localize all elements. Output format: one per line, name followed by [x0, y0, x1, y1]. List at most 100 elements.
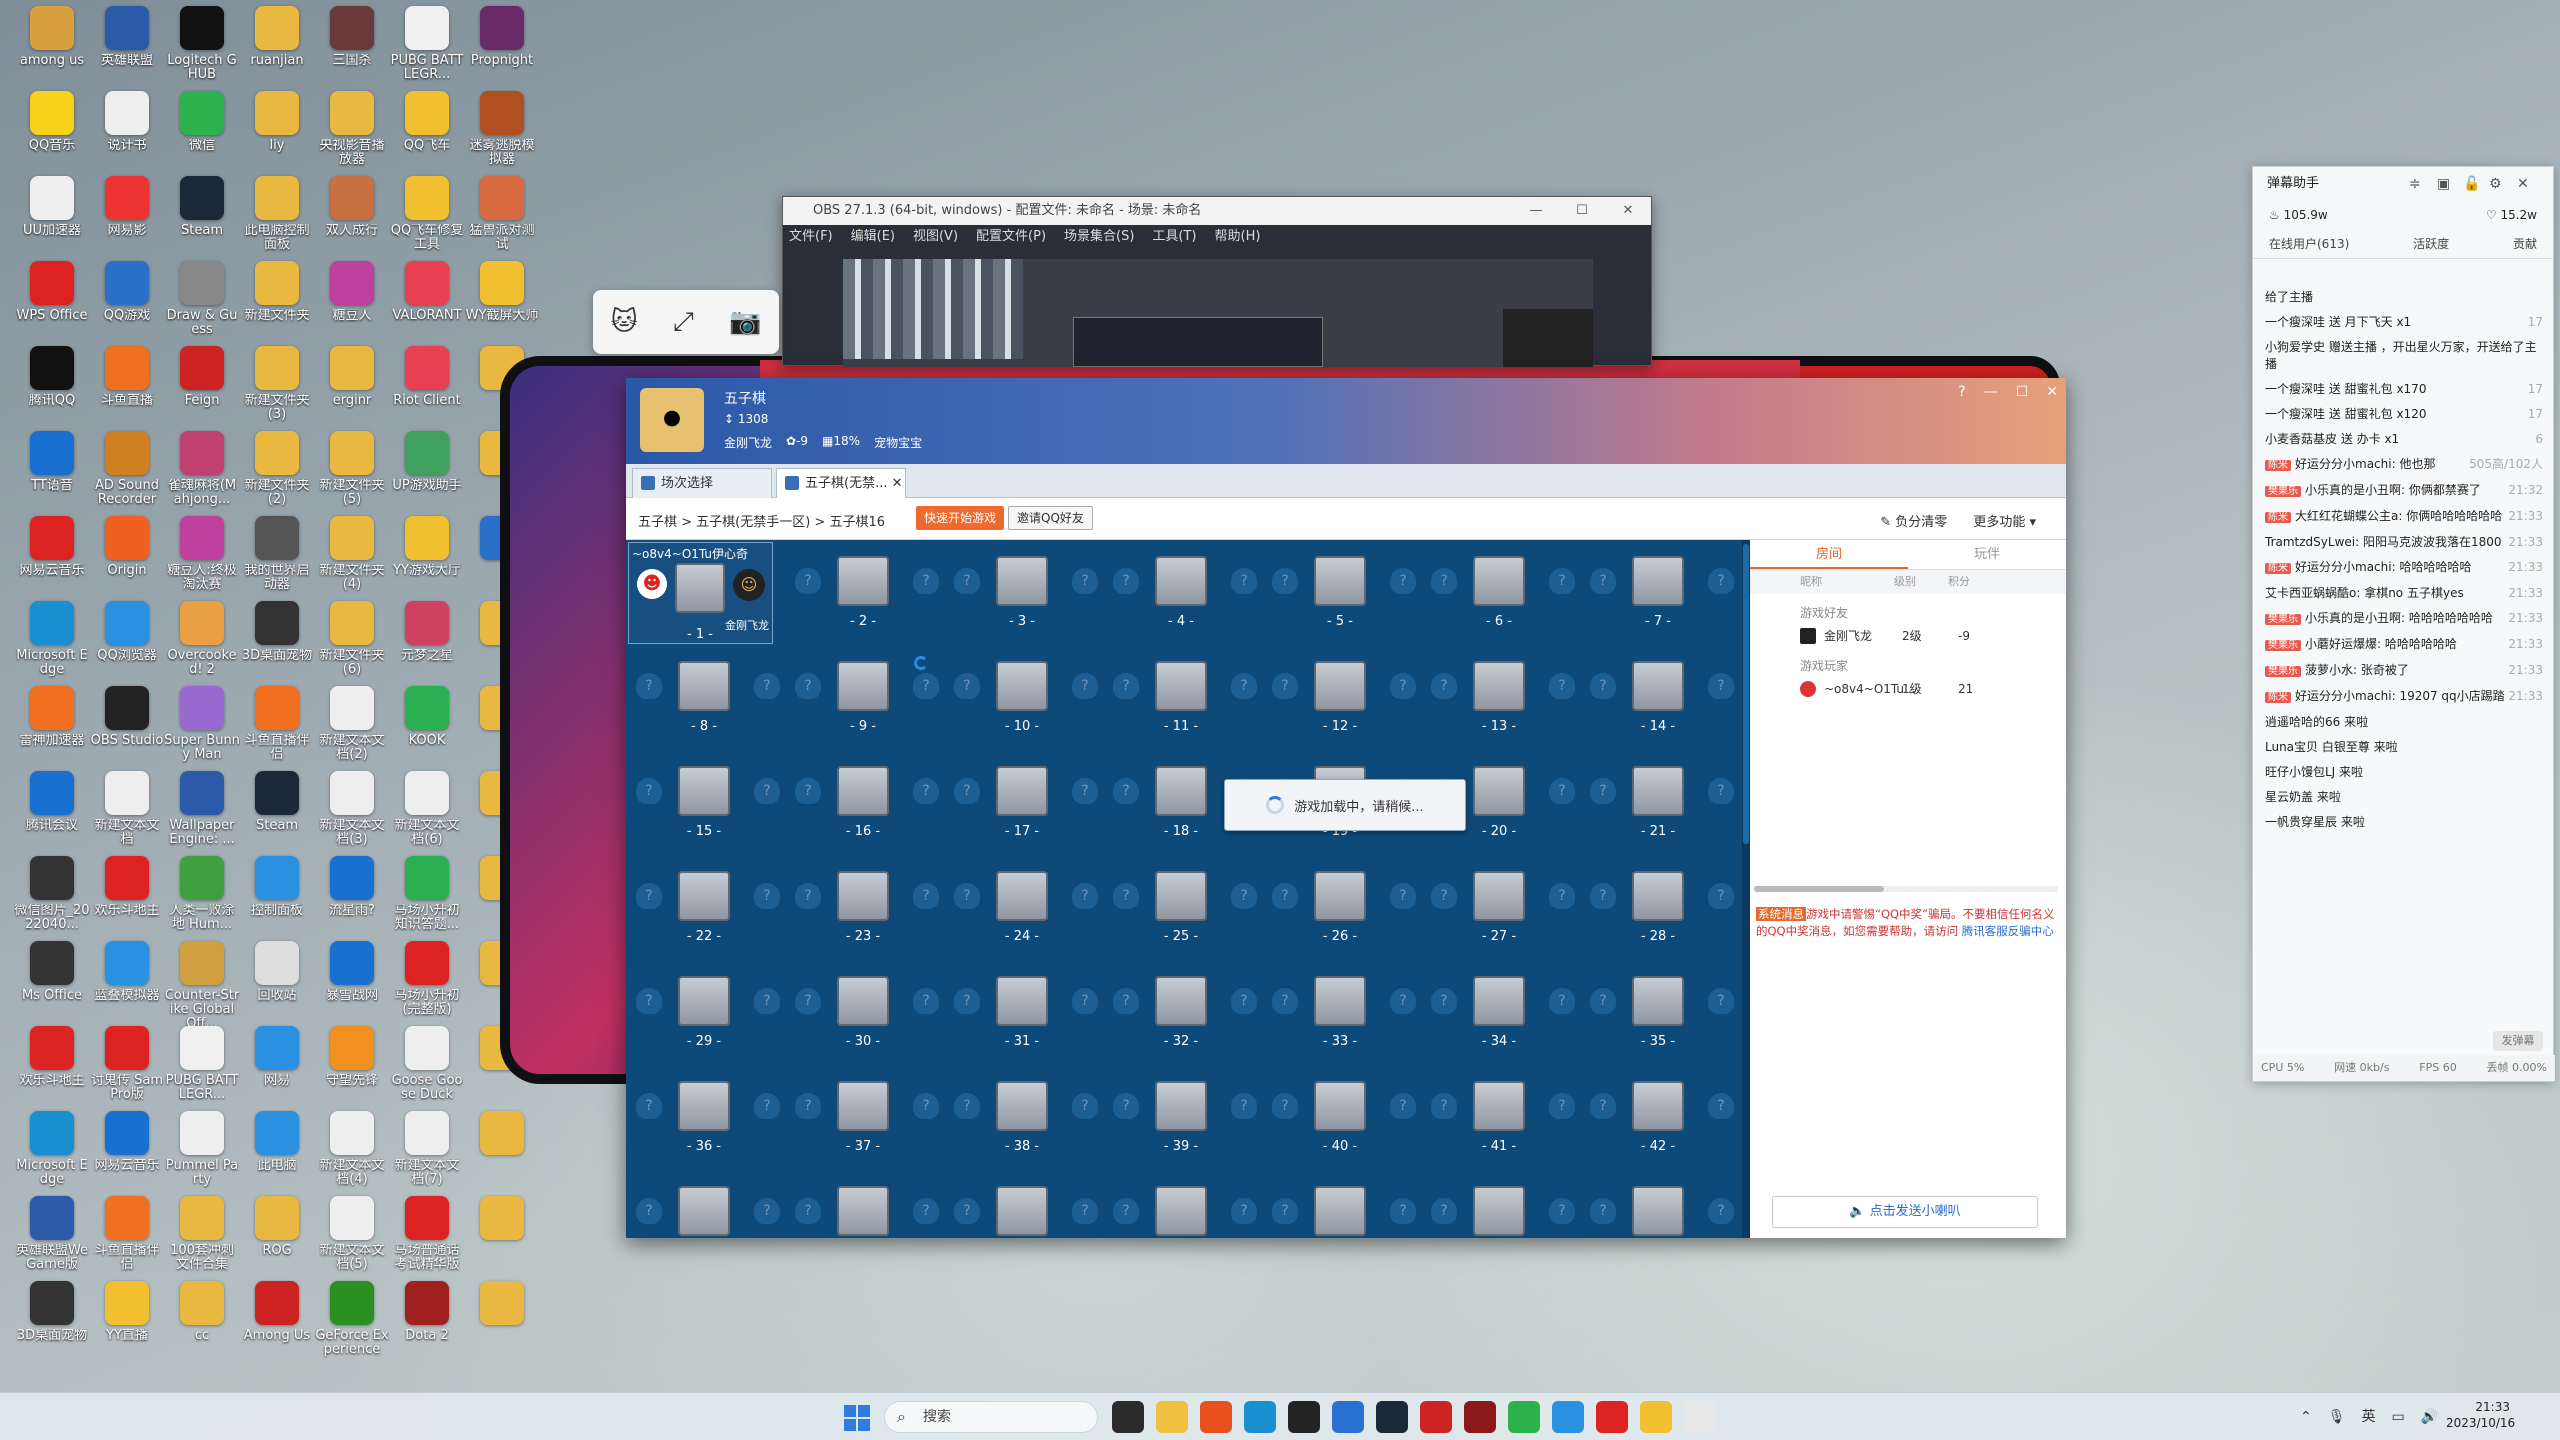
empty-seat-icon[interactable]: ? — [1272, 1093, 1298, 1119]
app-icon[interactable] — [1420, 1401, 1452, 1433]
tab-room-select[interactable]: 场次选择 — [632, 468, 772, 498]
game-board[interactable] — [837, 661, 889, 711]
desktop-icon[interactable]: 我的世界启动器 — [239, 510, 315, 606]
desktop-icon[interactable]: Microsoft Edge — [14, 1105, 90, 1201]
empty-seat-icon[interactable]: ? — [795, 673, 821, 699]
game-table[interactable]: ?? - 31 - — [946, 966, 1106, 1066]
close-tab-icon[interactable]: ✕ — [892, 476, 903, 491]
game-board[interactable] — [996, 871, 1048, 921]
desktop-icon[interactable]: Riot Client — [389, 340, 465, 436]
minimize-icon[interactable]: — — [1513, 197, 1559, 225]
empty-seat-icon[interactable]: ? — [754, 988, 780, 1014]
desktop-icon[interactable]: 微信图片_2022040... — [14, 850, 90, 946]
more-functions-button[interactable]: 更多功能 ▾ — [1973, 511, 2036, 530]
desktop-icon[interactable]: PUBG BATTLEGR... — [389, 0, 465, 96]
empty-seat-icon[interactable]: ? — [913, 778, 939, 804]
lobby-scrollbar[interactable] — [1742, 540, 1750, 1238]
game-board[interactable] — [996, 1081, 1048, 1131]
game-board[interactable] — [996, 976, 1048, 1026]
avatar[interactable]: ☻ — [637, 569, 667, 599]
desktop-icon[interactable]: KOOK — [389, 680, 465, 776]
empty-seat-icon[interactable]: ? — [795, 883, 821, 909]
desktop-icon[interactable] — [464, 1190, 540, 1286]
game-table[interactable]: ?? - 15 - — [628, 756, 788, 856]
game-table[interactable]: ?? - 29 - — [628, 966, 788, 1066]
app-icon[interactable] — [1640, 1401, 1672, 1433]
game-table[interactable]: ?? - 37 - — [787, 1071, 947, 1171]
close-icon[interactable]: ✕ — [1605, 197, 1651, 225]
desktop-icon[interactable]: Goose Goose Duck — [389, 1020, 465, 1116]
game-table[interactable]: ?? - 22 - — [628, 861, 788, 961]
empty-seat-icon[interactable]: ? — [1549, 673, 1575, 699]
desktop-icon[interactable]: 新建文本文档(5) — [314, 1190, 390, 1286]
empty-seat-icon[interactable]: ? — [1113, 1093, 1139, 1119]
game-table[interactable]: ?? - 26 - — [1264, 861, 1424, 961]
desktop-icon[interactable]: GeForce Experience — [314, 1275, 390, 1371]
anti-fraud-link[interactable]: 腾讯客服反骗中心 — [1962, 924, 2054, 938]
game-board[interactable] — [675, 563, 725, 613]
game-board[interactable] — [1632, 556, 1684, 606]
game-table[interactable]: ?? - 6 - — [1423, 546, 1583, 646]
desktop-icon[interactable]: 暴雪战网 — [314, 935, 390, 1031]
empty-seat-icon[interactable]: ? — [954, 883, 980, 909]
empty-seat-icon[interactable]: ? — [1390, 988, 1416, 1014]
empty-seat-icon[interactable]: ? — [913, 1198, 939, 1224]
empty-seat-icon[interactable]: ? — [754, 673, 780, 699]
desktop-icon[interactable]: 双人成行 — [314, 170, 390, 266]
desktop-icon[interactable]: 网易云音乐 — [89, 1105, 165, 1201]
empty-seat-icon[interactable]: ? — [1431, 883, 1457, 909]
obs-menu-profile[interactable]: 配置文件(P) — [976, 225, 1046, 249]
desktop-icon[interactable]: 斗鱼直播伴侣 — [89, 1190, 165, 1286]
desktop-icon[interactable]: 马场小升初(完整版) — [389, 935, 465, 1031]
desktop-icon[interactable] — [464, 1105, 540, 1201]
empty-seat-icon[interactable]: ? — [1272, 1198, 1298, 1224]
desktop-icon[interactable]: 新建文件夹 — [239, 255, 315, 351]
desktop-icon[interactable]: 英雄联盟 — [89, 0, 165, 96]
empty-seat-icon[interactable]: ? — [1549, 1093, 1575, 1119]
qq-game-icon[interactable] — [1684, 1401, 1716, 1433]
desktop-icon[interactable]: 说计书 — [89, 85, 165, 181]
desktop-icon[interactable]: 此电脑 — [239, 1105, 315, 1201]
game-table[interactable]: ?? - 11 - — [1105, 651, 1265, 751]
desktop-icon[interactable]: 迷雾逃脱模拟器 — [464, 85, 540, 181]
desktop-icon[interactable]: 腾讯QQ — [14, 340, 90, 436]
start-button[interactable] — [844, 1405, 870, 1431]
empty-seat-icon[interactable]: ? — [636, 1093, 662, 1119]
empty-seat-icon[interactable]: ? — [1072, 1198, 1098, 1224]
game-board[interactable] — [1314, 871, 1366, 921]
taskbar-search[interactable]: ⌕ 搜索 — [884, 1401, 1098, 1433]
empty-seat-icon[interactable]: ? — [1549, 778, 1575, 804]
obs-menu-tools[interactable]: 工具(T) — [1152, 225, 1196, 249]
file-explorer-icon[interactable] — [1156, 1401, 1188, 1433]
desktop-icon[interactable] — [464, 1275, 540, 1371]
game-table[interactable]: ?? - 7 - — [1582, 546, 1742, 646]
game-table[interactable]: ?? - 23 - — [787, 861, 947, 961]
empty-seat-icon[interactable]: ? — [754, 883, 780, 909]
game-board[interactable] — [1314, 661, 1366, 711]
obs-menu-view[interactable]: 视图(V) — [913, 225, 958, 249]
edge-icon[interactable] — [1244, 1401, 1276, 1433]
desktop-icon[interactable]: 3D桌面宠物 — [14, 1275, 90, 1371]
desktop-icon[interactable]: 央视影音播放器 — [314, 85, 390, 181]
empty-seat-icon[interactable]: ? — [954, 673, 980, 699]
game-table[interactable]: ?? - 34 - — [1423, 966, 1583, 1066]
empty-seat-icon[interactable]: ? — [1113, 1198, 1139, 1224]
pet-treasure-link[interactable]: 宠物宝宝 — [874, 434, 922, 451]
game-table[interactable]: ?? — [1423, 1176, 1583, 1238]
empty-seat-icon[interactable]: ? — [1072, 568, 1098, 594]
empty-seat-icon[interactable]: ? — [754, 778, 780, 804]
desktop-icon[interactable]: QQ飞车 — [389, 85, 465, 181]
empty-seat-icon[interactable]: ? — [913, 673, 939, 699]
empty-seat-icon[interactable]: ? — [1708, 673, 1734, 699]
desktop-icon[interactable]: WPS Office — [14, 255, 90, 351]
empty-seat-icon[interactable]: ? — [1072, 988, 1098, 1014]
empty-seat-icon[interactable]: ? — [1072, 778, 1098, 804]
empty-seat-icon[interactable]: ? — [954, 568, 980, 594]
desktop-icon[interactable]: 斗鱼直播 — [89, 340, 165, 436]
empty-seat-icon[interactable]: ? — [636, 778, 662, 804]
desktop-icon[interactable]: 流星雨? — [314, 850, 390, 946]
invite-qq-friend-button[interactable]: 邀请QQ好友 — [1008, 506, 1093, 530]
desktop-icon[interactable]: AD Sound Recorder — [89, 425, 165, 521]
clock[interactable]: 21:33 2023/10/16 — [2446, 1399, 2515, 1431]
empty-seat-icon[interactable]: ? — [1708, 1093, 1734, 1119]
